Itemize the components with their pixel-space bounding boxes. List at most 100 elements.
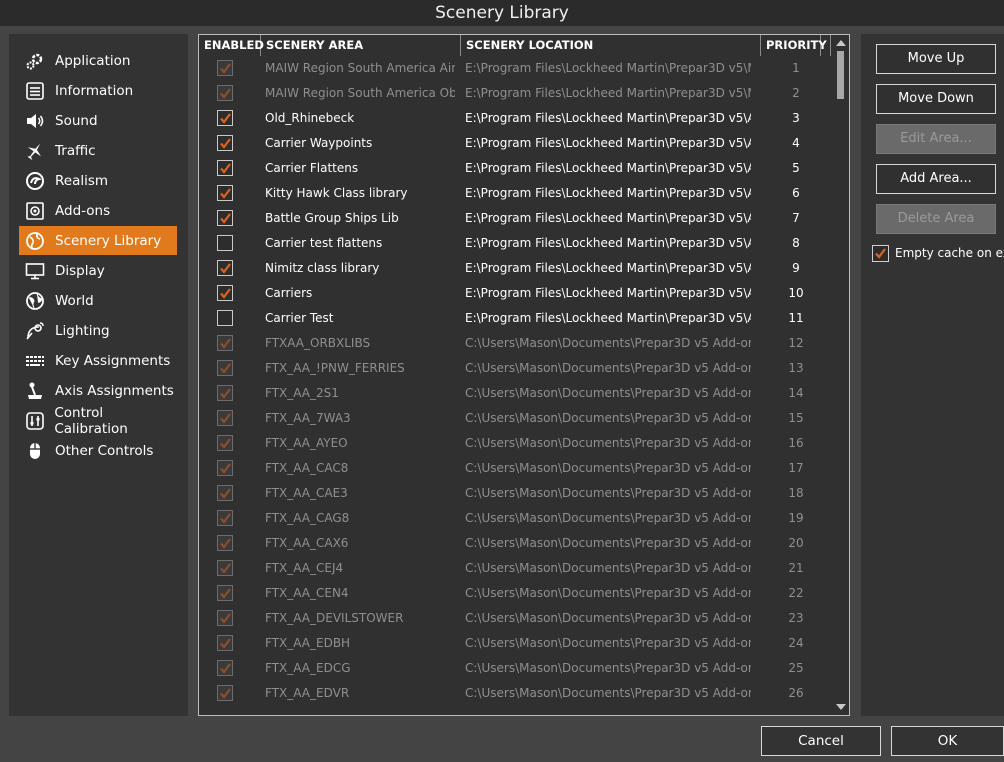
- table-row[interactable]: FTX_AA_CAE3 C:\Users\Mason\Documents\Prep…: [199, 481, 831, 506]
- table-row[interactable]: FTX_AA_EDVR C:\Users\Mason\Documents\Prep…: [199, 681, 831, 706]
- vertical-scrollbar[interactable]: [832, 35, 849, 715]
- sidebar-item-scenery-library[interactable]: Scenery Library: [19, 226, 177, 255]
- enabled-checkbox[interactable]: [217, 385, 233, 401]
- header-scenery-area[interactable]: SCENERY AREA: [261, 35, 461, 56]
- priority-cell: 3: [792, 111, 800, 125]
- checkmark-icon: [220, 538, 231, 549]
- enabled-checkbox[interactable]: [217, 335, 233, 351]
- enabled-checkbox[interactable]: [217, 235, 233, 251]
- enabled-checkbox[interactable]: [217, 210, 233, 226]
- enabled-checkbox[interactable]: [217, 160, 233, 176]
- enabled-checkbox[interactable]: [217, 585, 233, 601]
- move-down-button[interactable]: Move Down: [876, 84, 996, 114]
- scenery-location-cell: E:\Program Files\Lockheed Martin\Prepar3…: [465, 61, 751, 75]
- sidebar-item-control-calibration[interactable]: Control Calibration: [19, 405, 177, 437]
- checkmark-icon: [220, 463, 231, 474]
- delete-area-button[interactable]: Delete Area: [876, 204, 996, 234]
- edit-area-button[interactable]: Edit Area...: [876, 124, 996, 154]
- sidebar-item-world[interactable]: World: [19, 286, 177, 315]
- table-row[interactable]: Carrier Flattens E:\Program Files\Lockhee…: [199, 156, 831, 181]
- enabled-checkbox[interactable]: [217, 60, 233, 76]
- table-row[interactable]: FTX_AA_CAC8 C:\Users\Mason\Documents\Prep…: [199, 456, 831, 481]
- enabled-checkbox[interactable]: [217, 110, 233, 126]
- sidebar-item-display[interactable]: Display: [19, 256, 177, 285]
- enabled-checkbox[interactable]: [217, 560, 233, 576]
- sidebar-item-lighting[interactable]: Lighting: [19, 316, 177, 345]
- enabled-checkbox[interactable]: [217, 435, 233, 451]
- sidebar-item-realism[interactable]: Realism: [19, 166, 177, 195]
- enabled-checkbox[interactable]: [217, 310, 233, 326]
- enabled-checkbox[interactable]: [217, 660, 233, 676]
- enabled-checkbox[interactable]: [217, 535, 233, 551]
- table-row[interactable]: FTX_AA_AYEO C:\Users\Mason\Documents\Prep…: [199, 431, 831, 456]
- enabled-checkbox[interactable]: [217, 285, 233, 301]
- table-row[interactable]: FTX_AA_7WA3 C:\Users\Mason\Documents\Prep…: [199, 406, 831, 431]
- sidebar-item-key-assignments[interactable]: Key Assignments: [19, 346, 177, 375]
- enabled-checkbox[interactable]: [217, 485, 233, 501]
- sidebar-item-axis-assignments[interactable]: Axis Assignments: [19, 376, 177, 405]
- checkmark-icon: [875, 248, 886, 259]
- enabled-checkbox[interactable]: [217, 135, 233, 151]
- enabled-checkbox[interactable]: [217, 85, 233, 101]
- enabled-checkbox[interactable]: [217, 460, 233, 476]
- scenery-area-cell: FTX_AA_CAC8: [265, 461, 349, 475]
- scroll-up-arrow-icon[interactable]: [836, 40, 846, 46]
- table-row[interactable]: FTX_AA_CEN4 C:\Users\Mason\Documents\Prep…: [199, 581, 831, 606]
- sidebar-item-traffic[interactable]: Traffic: [19, 136, 177, 165]
- sidebar-item-sound[interactable]: Sound: [19, 106, 177, 135]
- sidebar-item-label: Information: [55, 82, 134, 99]
- table-row[interactable]: MAIW Region South America Airbas E:\Progr…: [199, 56, 831, 81]
- checkmark-icon: [220, 338, 231, 349]
- scenery-location-cell: E:\Program Files\Lockheed Martin\Prepar3…: [465, 286, 751, 300]
- checkmark-icon: [220, 413, 231, 424]
- table-row[interactable]: Kitty Hawk Class library E:\Program Files…: [199, 181, 831, 206]
- table-row[interactable]: FTX_AA_!PNW_FERRIES C:\Users\Mason\Docume…: [199, 356, 831, 381]
- table-row[interactable]: FTX_AA_DEVILSTOWER C:\Users\Mason\Documen…: [199, 606, 831, 631]
- table-row[interactable]: FTX_AA_EDBH C:\Users\Mason\Documents\Prep…: [199, 631, 831, 656]
- enabled-checkbox[interactable]: [217, 185, 233, 201]
- scenery-area-cell: Old_Rhinebeck: [265, 111, 355, 125]
- header-scenery-location[interactable]: SCENERY LOCATION: [461, 35, 761, 56]
- priority-cell: 22: [788, 586, 804, 600]
- enabled-checkbox[interactable]: [217, 410, 233, 426]
- checkmark-icon: [220, 638, 231, 649]
- addons-icon: [24, 200, 46, 222]
- sidebar-item-add-ons[interactable]: Add-ons: [19, 196, 177, 225]
- sidebar-item-application[interactable]: Application: [19, 46, 177, 75]
- table-row[interactable]: FTX_AA_CAG8 C:\Users\Mason\Documents\Prep…: [199, 506, 831, 531]
- table-row[interactable]: Old_Rhinebeck E:\Program Files\Lockheed M…: [199, 106, 831, 131]
- enabled-checkbox[interactable]: [217, 360, 233, 376]
- scroll-thumb[interactable]: [837, 51, 844, 99]
- table-row[interactable]: MAIW Region South America Objec E:\Progra…: [199, 81, 831, 106]
- table-row[interactable]: Carriers E:\Program Files\Lockheed Martin…: [199, 281, 831, 306]
- empty-cache-checkbox[interactable]: [872, 245, 889, 262]
- header-enabled[interactable]: ENABLED: [199, 35, 264, 56]
- table-row[interactable]: FTX_AA_2S1 C:\Users\Mason\Documents\Prepa…: [199, 381, 831, 406]
- scroll-down-arrow-icon[interactable]: [836, 704, 846, 710]
- table-row[interactable]: FTX_AA_CEJ4 C:\Users\Mason\Documents\Prep…: [199, 556, 831, 581]
- cancel-button[interactable]: Cancel: [761, 726, 881, 756]
- sidebar-item-information[interactable]: Information: [19, 76, 177, 105]
- table-row[interactable]: Carrier Waypoints E:\Program Files\Lockhe…: [199, 131, 831, 156]
- scenery-area-cell: FTX_AA_EDBH: [265, 636, 351, 650]
- header-priority[interactable]: PRIORITY: [761, 35, 827, 56]
- table-row[interactable]: Carrier Test E:\Program Files\Lockheed Ma…: [199, 306, 831, 331]
- move-up-button[interactable]: Move Up: [876, 44, 996, 74]
- sidebar-item-other-controls[interactable]: Other Controls: [19, 436, 177, 465]
- table-row[interactable]: Carrier test flattens E:\Program Files\Lo…: [199, 231, 831, 256]
- enabled-checkbox[interactable]: [217, 260, 233, 276]
- table-row[interactable]: FTX_AA_EDCG C:\Users\Mason\Documents\Prep…: [199, 656, 831, 681]
- enabled-checkbox[interactable]: [217, 635, 233, 651]
- scenery-location-cell: E:\Program Files\Lockheed Martin\Prepar3…: [465, 261, 751, 275]
- table-row[interactable]: Nimitz class library E:\Program Files\Loc…: [199, 256, 831, 281]
- add-area-button[interactable]: Add Area...: [876, 164, 996, 194]
- enabled-checkbox[interactable]: [217, 510, 233, 526]
- mouse-icon: [24, 440, 46, 462]
- scenery-area-cell: FTX_AA_EDVR: [265, 686, 350, 700]
- enabled-checkbox[interactable]: [217, 685, 233, 701]
- table-row[interactable]: FTXAA_ORBXLIBS C:\Users\Mason\Documents\P…: [199, 331, 831, 356]
- table-row[interactable]: FTX_AA_CAX6 C:\Users\Mason\Documents\Prep…: [199, 531, 831, 556]
- ok-button[interactable]: OK: [891, 726, 1004, 756]
- enabled-checkbox[interactable]: [217, 610, 233, 626]
- table-row[interactable]: Battle Group Ships Lib E:\Program Files\L…: [199, 206, 831, 231]
